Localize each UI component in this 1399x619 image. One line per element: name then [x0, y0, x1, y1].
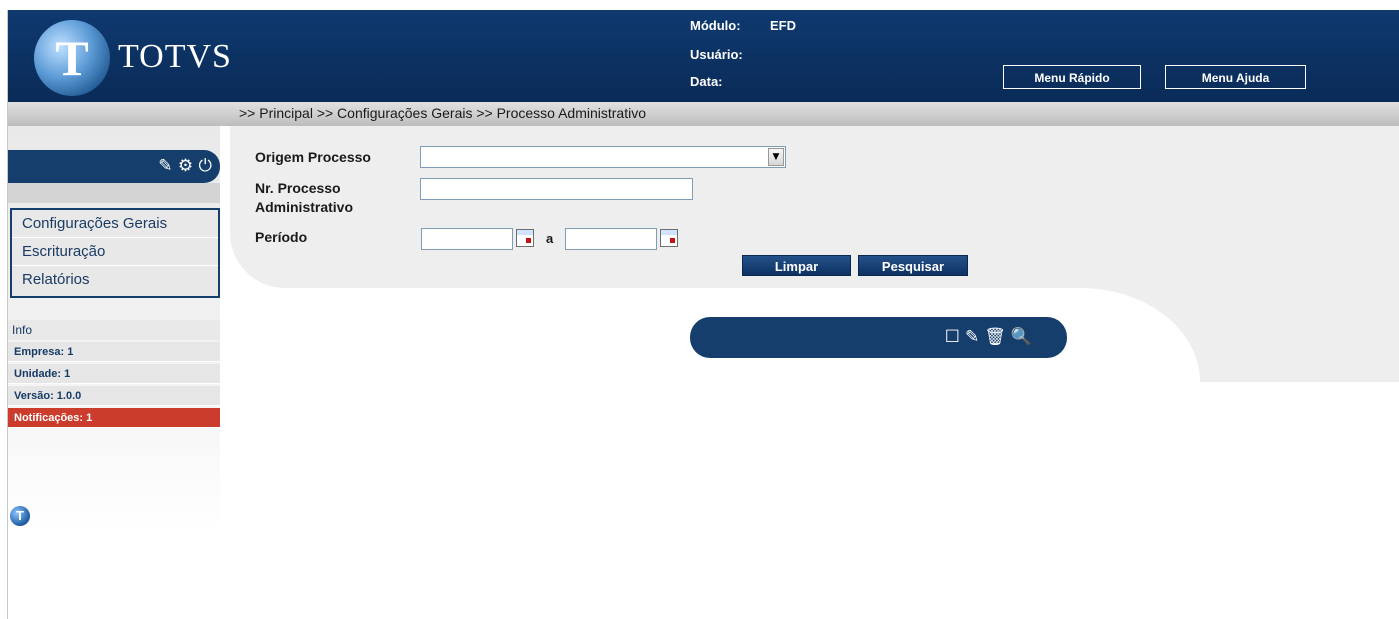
origem-processo-select[interactable]: ▼ — [420, 146, 786, 168]
totvs-logo-globe: T — [34, 20, 110, 96]
modulo-value: EFD — [770, 18, 796, 33]
nr-processo-label-1: Nr. Processo — [255, 180, 341, 196]
pencil-icon[interactable]: ✎ — [158, 156, 172, 176]
info-unidade: Unidade: 1 — [8, 364, 220, 384]
power-icon[interactable]: ⏻ — [199, 156, 212, 176]
modulo-label: Módulo: — [690, 18, 741, 33]
sidebar-item-configuracoes-gerais[interactable]: Configurações Gerais — [12, 210, 218, 238]
usuario-label: Usuário: — [690, 47, 743, 62]
breadcrumb-bar: >> Principal >> Configurações Gerais >> … — [8, 102, 1399, 126]
delete-icon[interactable]: 🗑 — [984, 327, 1011, 347]
gear-icon[interactable]: ⚙ — [178, 156, 193, 176]
edit-icon[interactable]: ✎ — [965, 327, 984, 347]
totvs-badge-icon[interactable]: T — [10, 506, 30, 526]
origem-processo-label: Origem Processo — [255, 149, 371, 165]
grid-toolbar: ☐✎🗑🔍 — [690, 317, 1067, 358]
info-versao: Versão: 1.0.0 — [8, 386, 220, 406]
app-header: T TOTVS Módulo: EFD Usuário: Data: Menu … — [8, 10, 1399, 102]
sidebar-header-icons[interactable]: ✎ ⚙ ⏻ — [158, 156, 212, 176]
calendar-icon-fim[interactable] — [660, 229, 678, 247]
sidebar-divider — [8, 183, 220, 203]
sidebar-item-escrituracao[interactable]: Escrituração — [12, 238, 218, 266]
calendar-icon-inicio[interactable] — [516, 229, 534, 247]
menu-rapido-button[interactable]: Menu Rápido — [1003, 65, 1141, 89]
sidebar: ✎ ⚙ ⏻ Configurações Gerais Escrituração … — [8, 126, 220, 528]
sidebar-menu: Configurações Gerais Escrituração Relató… — [10, 208, 220, 298]
info-notificacoes[interactable]: Notificações: 1 — [8, 408, 220, 428]
nr-processo-input[interactable] — [420, 178, 693, 200]
info-title: Info — [8, 320, 220, 340]
limpar-button[interactable]: Limpar — [742, 255, 851, 276]
breadcrumb[interactable]: >> Principal >> Configurações Gerais >> … — [239, 105, 646, 121]
sidebar-item-relatorios[interactable]: Relatórios — [12, 266, 218, 294]
periodo-fim-input[interactable] — [565, 228, 657, 250]
totvs-logo-text: TOTVS — [118, 38, 232, 75]
view-icon[interactable]: 🔍 — [1011, 327, 1037, 347]
info-empresa: Empresa: 1 — [8, 342, 220, 362]
sidebar-header: ✎ ⚙ ⏻ — [8, 150, 220, 183]
toolbar-icons: ☐✎🗑🔍 — [945, 327, 1037, 347]
nr-processo-label-2: Administrativo — [255, 199, 354, 215]
periodo-inicio-input[interactable] — [421, 228, 513, 250]
data-label: Data: — [690, 74, 723, 89]
menu-ajuda-button[interactable]: Menu Ajuda — [1165, 65, 1306, 89]
periodo-label: Período — [255, 229, 308, 245]
pesquisar-button[interactable]: Pesquisar — [858, 255, 968, 276]
totvs-logo-mark: T — [55, 30, 89, 86]
new-icon[interactable]: ☐ — [945, 327, 965, 347]
chevron-down-icon[interactable]: ▼ — [768, 148, 784, 166]
periodo-separator: a — [546, 231, 554, 246]
